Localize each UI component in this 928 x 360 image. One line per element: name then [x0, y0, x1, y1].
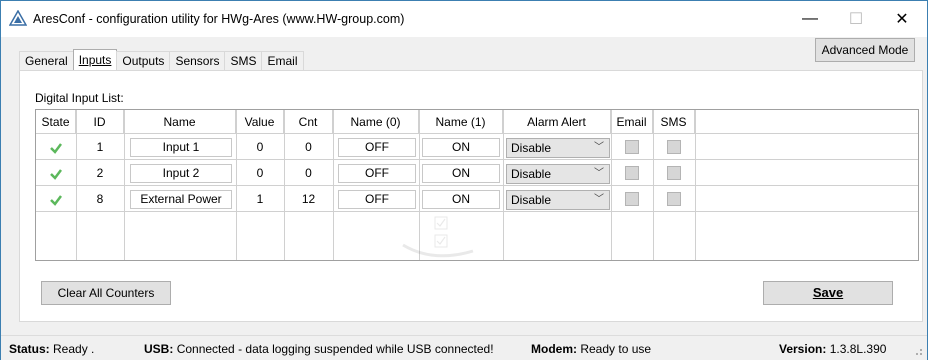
modem-value: Ready to use	[580, 342, 652, 356]
version-value: 1.3.8L.390	[829, 342, 887, 356]
save-button[interactable]: Save	[763, 281, 893, 305]
email-checkbox[interactable]	[625, 166, 639, 180]
column-header-state[interactable]: State	[36, 110, 76, 134]
alarm-alert-select[interactable]: Disable ﹀	[506, 190, 610, 210]
title-bar[interactable]: AresConf - configuration utility for HWg…	[1, 1, 927, 37]
column-header-name[interactable]: Name	[124, 110, 236, 134]
column-header-alarm-alert[interactable]: Alarm Alert	[503, 110, 611, 134]
input-name-field[interactable]: Input 2	[130, 164, 232, 183]
column-header-id[interactable]: ID	[76, 110, 124, 134]
clear-all-counters-button[interactable]: Clear All Counters	[41, 281, 171, 305]
row-id: 1	[96, 140, 104, 154]
row-divider	[36, 159, 918, 160]
row-counter: 12	[301, 192, 316, 206]
digital-input-list-label: Digital Input List:	[35, 91, 124, 105]
name0-field[interactable]: OFF	[338, 190, 416, 209]
alarm-alert-select[interactable]: Disable ﹀	[506, 164, 610, 184]
status-section: Status: Ready .	[9, 342, 94, 356]
modem-section: Modem: Ready to use	[531, 342, 651, 356]
row-value: 1	[256, 192, 264, 206]
state-ok-check-icon	[50, 169, 62, 180]
maximize-button[interactable]: ☐	[833, 1, 879, 37]
name0-field[interactable]: OFF	[338, 138, 416, 157]
column-divider	[611, 110, 612, 260]
modem-label: Modem:	[531, 342, 577, 356]
column-divider	[284, 110, 285, 260]
version-label: Version:	[779, 342, 827, 356]
window-title: AresConf - configuration utility for HWg…	[33, 12, 405, 26]
email-checkbox[interactable]	[625, 140, 639, 154]
close-button[interactable]: ✕	[879, 1, 925, 37]
tab-strip: General Inputs Outputs Sensors SMS Email	[19, 49, 304, 71]
input-name-field[interactable]: Input 1	[130, 138, 232, 157]
minimize-button[interactable]: —	[787, 1, 833, 37]
column-divider	[236, 110, 237, 260]
name1-field[interactable]: ON	[422, 190, 500, 209]
advanced-mode-button[interactable]: Advanced Mode	[815, 38, 915, 62]
column-header-email[interactable]: Email	[611, 110, 653, 134]
column-header-sms[interactable]: SMS	[653, 110, 695, 134]
tab-sensors[interactable]: Sensors	[169, 51, 226, 71]
alarm-alert-value: Disable	[511, 193, 552, 207]
watermark-logo-icon	[402, 216, 474, 258]
alarm-alert-value: Disable	[511, 167, 552, 181]
chevron-down-icon: ﹀	[594, 194, 604, 205]
name0-field[interactable]: OFF	[338, 164, 416, 183]
column-divider	[333, 110, 334, 260]
row-value: 0	[256, 166, 264, 180]
status-label: Status:	[9, 342, 50, 356]
chevron-down-icon: ﹀	[594, 168, 604, 179]
usb-label: USB:	[144, 342, 174, 356]
column-header-name1[interactable]: Name (1)	[419, 110, 503, 134]
column-header-value[interactable]: Value	[236, 110, 284, 134]
row-divider	[36, 211, 918, 212]
email-checkbox[interactable]	[625, 192, 639, 206]
alarm-alert-value: Disable	[511, 141, 552, 155]
row-divider	[36, 185, 918, 186]
row-counter: 0	[305, 140, 312, 154]
version-section: Version: 1.3.8L.390	[779, 342, 886, 356]
status-bar: Status: Ready . USB: Connected - data lo…	[1, 335, 927, 360]
row-counter: 0	[305, 166, 312, 180]
tab-sms[interactable]: SMS	[224, 51, 263, 71]
row-id: 2	[96, 166, 104, 180]
column-divider	[695, 110, 696, 260]
app-logo-icon	[9, 10, 27, 26]
sms-checkbox[interactable]	[667, 192, 681, 206]
chevron-down-icon: ﹀	[594, 142, 604, 153]
row-id: 8	[96, 192, 104, 206]
column-divider	[76, 110, 77, 260]
name1-field[interactable]: ON	[422, 164, 500, 183]
grid-header: State ID Name Value Cnt Name (0) Name (1…	[36, 110, 918, 134]
input-name-field[interactable]: External Power	[130, 190, 232, 209]
column-divider	[124, 110, 125, 260]
usb-section: USB: Connected - data logging suspended …	[144, 342, 494, 356]
tab-general[interactable]: General	[19, 51, 74, 71]
status-value: Ready .	[53, 342, 95, 356]
state-ok-check-icon	[50, 195, 62, 206]
sms-checkbox[interactable]	[667, 166, 681, 180]
state-ok-check-icon	[50, 143, 62, 154]
column-divider	[653, 110, 654, 260]
tab-inputs[interactable]: Inputs	[72, 49, 118, 71]
resize-grip-icon[interactable]	[913, 346, 923, 356]
column-header-cnt[interactable]: Cnt	[284, 110, 333, 134]
sms-checkbox[interactable]	[667, 140, 681, 154]
usb-value: Connected - data logging suspended while…	[176, 342, 494, 356]
name1-field[interactable]: ON	[422, 138, 500, 157]
row-value: 0	[256, 140, 264, 154]
tab-email[interactable]: Email	[261, 51, 304, 71]
alarm-alert-select[interactable]: Disable ﹀	[506, 138, 610, 158]
tab-outputs[interactable]: Outputs	[116, 51, 171, 71]
app-window: AresConf - configuration utility for HWg…	[0, 0, 928, 360]
column-header-name0[interactable]: Name (0)	[333, 110, 419, 134]
